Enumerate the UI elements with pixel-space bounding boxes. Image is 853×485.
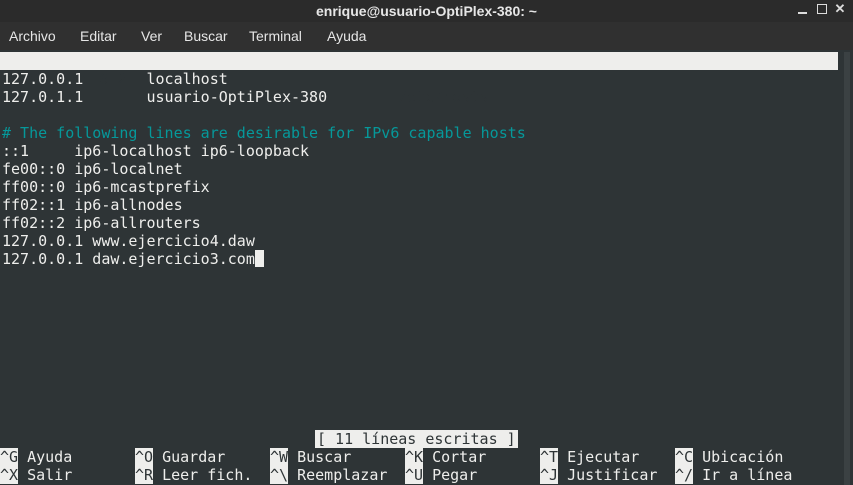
shortcut-cortar[interactable]: ^K Cortar <box>405 448 486 466</box>
menu-ver[interactable]: Ver <box>141 28 162 44</box>
shortcut-key: ^O <box>135 448 154 466</box>
shortcut-label: Ayuda <box>27 448 73 466</box>
file-line-current: 127.0.0.1 daw.ejercicio3.com <box>2 250 264 268</box>
shortcut-ejecutar[interactable]: ^T Ejecutar <box>540 448 639 466</box>
shortcut-label: Guardar <box>162 448 226 466</box>
shortcut-label: Buscar <box>297 448 352 466</box>
shortcut-label: Ejecutar <box>567 448 640 466</box>
menu-terminal[interactable]: Terminal <box>249 28 302 44</box>
menubar: Archivo Editar Ver Buscar Terminal Ayuda <box>0 22 853 50</box>
shortcut-label: Cortar <box>432 448 487 466</box>
close-button[interactable]: ✕ <box>833 2 847 16</box>
shortcut-leer-fich[interactable]: ^R Leer fich. <box>135 466 252 484</box>
maximize-button[interactable] <box>815 2 829 16</box>
shortcut-label: Pegar <box>432 466 478 484</box>
shortcut-buscar[interactable]: ^W Buscar <box>270 448 351 466</box>
menu-buscar[interactable]: Buscar <box>184 28 228 44</box>
menu-ayuda[interactable]: Ayuda <box>327 28 366 44</box>
shortcut-reemplazar[interactable]: ^\ Reemplazar <box>270 466 387 484</box>
shortcut-label: Ir a línea <box>702 466 793 484</box>
file-line: 127.0.1.1 usuario-OptiPlex-380 <box>2 88 328 106</box>
file-line: ff00::0 ip6-mcastprefix <box>2 178 210 196</box>
shortcut-guardar[interactable]: ^O Guardar <box>135 448 225 466</box>
minimize-icon <box>798 12 807 14</box>
shortcut-key: ^\ <box>270 466 289 484</box>
shortcut-label: Justificar <box>567 466 658 484</box>
shortcut-key: ^U <box>405 466 424 484</box>
file-line: 127.0.0.1 www.ejercicio4.daw <box>2 232 255 250</box>
menu-editar[interactable]: Editar <box>80 28 117 44</box>
shortcut-key: ^T <box>540 448 559 466</box>
shortcut-label: Reemplazar <box>297 466 388 484</box>
shortcut-key: ^/ <box>675 466 694 484</box>
shortcut-key: ^X <box>0 466 19 484</box>
file-line: 127.0.0.1 localhost <box>2 70 228 88</box>
shortcut-label: Salir <box>27 466 73 484</box>
maximize-icon <box>817 4 827 14</box>
file-line-comment: # The following lines are desirable for … <box>2 124 526 142</box>
shortcut-key: ^J <box>540 466 559 484</box>
file-line: ::1 ip6-localhost ip6-loopback <box>2 142 310 160</box>
nano-filename: /etc/hosts <box>398 88 489 106</box>
shortcut-key: ^R <box>135 466 154 484</box>
terminal-scrollbar[interactable] <box>841 52 853 485</box>
shortcut-justificar[interactable]: ^J Justificar <box>540 466 657 484</box>
terminal-area[interactable]: GNU nano 6.2 /etc/hosts 127.0.0.1 localh… <box>0 52 841 485</box>
shortcut-ir-a-linea[interactable]: ^/ Ir a línea <box>675 466 792 484</box>
menu-archivo[interactable]: Archivo <box>9 28 56 44</box>
shortcut-label: Leer fich. <box>162 466 253 484</box>
shortcut-pegar[interactable]: ^U Pegar <box>405 466 477 484</box>
file-line: ff02::1 ip6-allnodes <box>2 196 183 214</box>
shortcut-key: ^W <box>270 448 289 466</box>
shortcut-ubicacion[interactable]: ^C Ubicación <box>675 448 783 466</box>
nano-header: GNU nano 6.2 /etc/hosts <box>0 52 838 106</box>
scrollbar-thumb[interactable] <box>844 52 850 485</box>
window-title: enrique@usuario-OptiPlex-380: ~ <box>316 3 537 19</box>
shortcut-key: ^C <box>675 448 694 466</box>
window-titlebar: enrique@usuario-OptiPlex-380: ~ ✕ <box>0 0 853 22</box>
status-message: [ 11 líneas escritas ] <box>315 430 518 448</box>
close-icon: ✕ <box>834 1 846 16</box>
text-cursor <box>254 250 264 267</box>
shortcut-key: ^K <box>405 448 424 466</box>
shortcut-key: ^G <box>0 448 19 466</box>
shortcut-label: Ubicación <box>702 448 784 466</box>
file-line: ff02::2 ip6-allrouters <box>2 214 201 232</box>
file-line: fe00::0 ip6-localnet <box>2 160 183 178</box>
shortcut-ayuda[interactable]: ^G Ayuda <box>0 448 72 466</box>
minimize-button[interactable] <box>795 2 809 16</box>
shortcut-salir[interactable]: ^X Salir <box>0 466 72 484</box>
file-line: 127.0.0.1 daw.ejercicio3.com <box>2 250 255 268</box>
